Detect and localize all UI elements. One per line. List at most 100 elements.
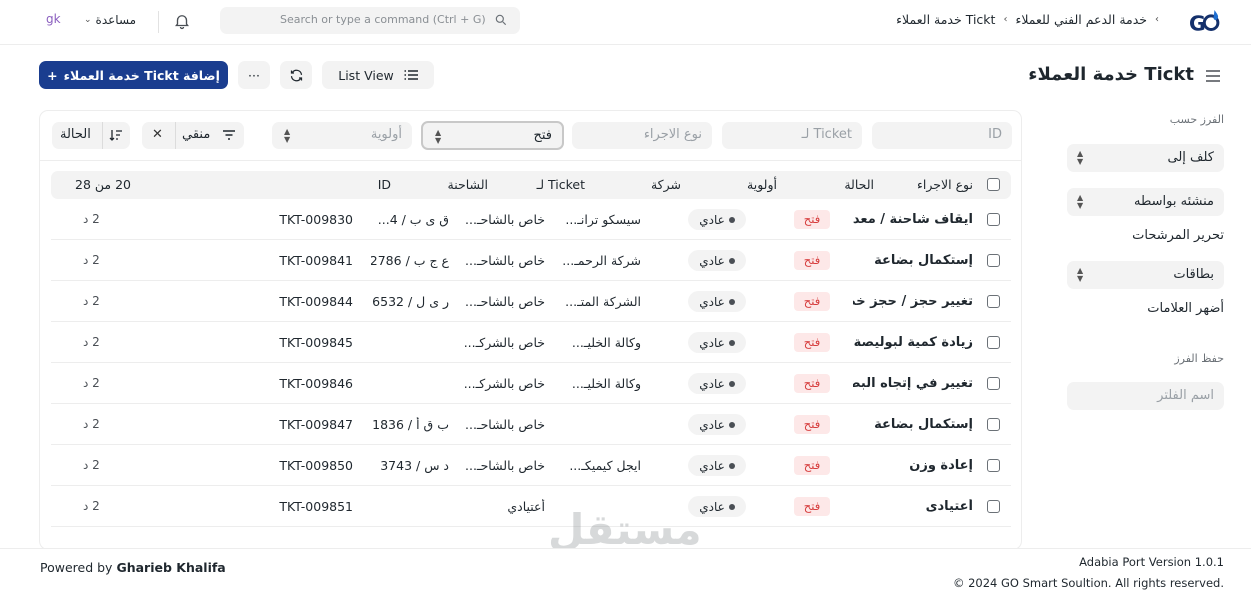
- breadcrumb: › خدمة الدعم الفني للعملاء › Tickt خدمة …: [896, 12, 1159, 27]
- add-ticket-label: إضافة Tickt خدمة العملاء: [63, 67, 220, 83]
- priority-filter[interactable]: أولوية ▲ ▼: [272, 122, 412, 149]
- row-subject[interactable]: إستكمال بضاعة: [853, 253, 973, 268]
- table-row[interactable]: إستكمال بضاعة فتح عادي شركة الرحمـ... خاص با…: [51, 240, 1011, 281]
- table-row[interactable]: إستكمال بضاعة فتح عادي خاص بالشاحـ... ب ق أ …: [51, 404, 1011, 445]
- sort-order-icon[interactable]: [109, 128, 123, 142]
- add-ticket-button[interactable]: إضافة Tickt خدمة العملاء +: [39, 61, 228, 89]
- status-filter[interactable]: فتح ▲ ▼: [421, 121, 564, 150]
- tags-label: بطاقات: [1173, 267, 1214, 282]
- search-bar[interactable]: Search or type a command (Ctrl + G): [220, 7, 520, 34]
- priority-dot-icon: [728, 216, 735, 223]
- header-company[interactable]: شركة: [651, 177, 681, 192]
- row-checkbox[interactable]: [987, 459, 1000, 472]
- row-subject[interactable]: تغيير حجز / حجز خطأ: [853, 294, 973, 309]
- page-title: Tickt خدمة العملاء: [1028, 64, 1194, 85]
- table-row[interactable]: إعادة وزن فتح عادي ايجل كيميكـ... خاص بالشاح…: [51, 445, 1011, 486]
- table-row[interactable]: أعتيادى فتح عادي أعتيادي TKT-009851 2 د: [51, 486, 1011, 527]
- filter-label[interactable]: منقي: [182, 127, 210, 142]
- select-all-checkbox[interactable]: [987, 178, 1000, 191]
- navbar: gk ⌄ مساعدة Search or type a command (Ct…: [0, 0, 1251, 45]
- assigned-to-select[interactable]: كلف إلى ▲ ▼: [1067, 144, 1224, 172]
- row-truck: ق ى ب / 4...: [377, 212, 449, 227]
- search-icon: [495, 14, 507, 26]
- row-checkbox[interactable]: [987, 500, 1000, 513]
- status-badge: فتح: [794, 292, 830, 311]
- priority-pill: عادي: [688, 373, 746, 394]
- priority-value: عادي: [699, 417, 725, 432]
- priority-value: عادي: [699, 212, 725, 227]
- status-badge: فتح: [794, 497, 830, 516]
- footer: Powered by Gharieb Khalifa Adabia Port V…: [0, 548, 1251, 590]
- created-by-select[interactable]: منشئه بواسطه ▲ ▼: [1067, 188, 1224, 216]
- priority-pill: عادي: [688, 291, 746, 312]
- status-badge: فتح: [794, 251, 830, 270]
- clear-filter-icon[interactable]: ✕: [152, 127, 163, 142]
- sidebar-toggle-icon[interactable]: [1205, 69, 1221, 83]
- go-logo[interactable]: G: [1189, 6, 1223, 36]
- header-truck[interactable]: الشاحنة: [448, 177, 488, 192]
- priority-pill: عادي: [688, 496, 746, 517]
- header-priority[interactable]: أولوية: [747, 177, 777, 192]
- table-row[interactable]: تغيير حجز / حجز خطأ فتح عادي الشركة المتـ..…: [51, 281, 1011, 322]
- group-by-label: الفرز حسب: [1169, 113, 1224, 126]
- row-truck: ب ق أ / 1836: [372, 417, 449, 432]
- filter-button-group: ✕ منقي: [142, 122, 244, 149]
- help-dropdown[interactable]: ⌄ مساعدة: [84, 13, 136, 27]
- breadcrumb-doctype[interactable]: Tickt خدمة العملاء: [896, 12, 995, 27]
- updown-icon: ▲ ▼: [1077, 149, 1084, 166]
- divider: [158, 11, 159, 33]
- priority-value: عادي: [699, 458, 725, 473]
- filter-name-input[interactable]: اسم الفلتر: [1067, 382, 1224, 410]
- more-actions-button[interactable]: ···: [238, 61, 270, 89]
- id-filter-placeholder: ID: [988, 127, 1002, 142]
- id-filter[interactable]: ID: [872, 122, 1012, 149]
- header-status[interactable]: الحالة: [844, 177, 874, 192]
- row-age: 2 د: [83, 458, 100, 472]
- row-company: وكالة الخليـ...: [571, 376, 641, 391]
- row-checkbox[interactable]: [987, 418, 1000, 431]
- row-truck: ع ج ب / 2786: [371, 253, 449, 268]
- powered-prefix: Powered by: [40, 560, 113, 575]
- table-row[interactable]: ايقاف شاحنة / معدة فتح عادي سيسكو ترانـ... خ…: [51, 199, 1011, 240]
- ticket-for-filter[interactable]: Ticket لـ: [722, 122, 862, 149]
- table-row[interactable]: زيادة كمية لبوليصة ف فتح عادي وكالة الخليـ.…: [51, 322, 1011, 363]
- action-type-filter[interactable]: نوع الاجراء: [572, 122, 712, 149]
- table-row[interactable]: تغيير في إتجاه البضائع فتح عادي وكالة الخلي…: [51, 363, 1011, 404]
- row-checkbox[interactable]: [987, 213, 1000, 226]
- bell-icon[interactable]: [173, 12, 191, 30]
- row-ticket-for: خاص بالشركـ...: [463, 376, 545, 391]
- status-badge: فتح: [794, 456, 830, 475]
- header-subject[interactable]: نوع الاجراء: [917, 177, 973, 192]
- row-subject[interactable]: زيادة كمية لبوليصة ف: [853, 335, 973, 350]
- row-checkbox[interactable]: [987, 254, 1000, 267]
- row-ticket-for: خاص بالشاحـ...: [465, 417, 545, 432]
- row-subject[interactable]: إستكمال بضاعة: [853, 417, 973, 432]
- row-company: سيسكو ترانـ...: [565, 212, 641, 227]
- powered-name: Gharieb Khalifa: [116, 560, 226, 575]
- row-ticket-for: خاص بالشركـ...: [463, 335, 545, 350]
- priority-dot-icon: [728, 421, 735, 428]
- status-badge: فتح: [794, 210, 830, 229]
- row-checkbox[interactable]: [987, 336, 1000, 349]
- status-filter-value: فتح: [533, 128, 552, 143]
- row-id: TKT-009847: [279, 417, 353, 432]
- user-avatar[interactable]: gk: [46, 12, 61, 26]
- row-checkbox[interactable]: [987, 377, 1000, 390]
- row-subject[interactable]: أعتيادى: [853, 499, 973, 514]
- view-switcher-button[interactable]: List View: [322, 61, 434, 89]
- show-tags-link[interactable]: أضهر العلامات: [1147, 301, 1224, 316]
- breadcrumb-module[interactable]: خدمة الدعم الفني للعملاء: [1015, 12, 1147, 27]
- sort-label[interactable]: الحالة: [60, 127, 91, 142]
- header-ticket-for[interactable]: Ticket لـ: [537, 177, 585, 192]
- row-checkbox[interactable]: [987, 295, 1000, 308]
- edit-filters-link[interactable]: تحرير المرشحات: [1132, 228, 1224, 243]
- header-id[interactable]: ID: [378, 177, 391, 192]
- row-subject[interactable]: إعادة وزن: [853, 458, 973, 473]
- row-subject[interactable]: ايقاف شاحنة / معدة: [853, 212, 973, 227]
- row-id: TKT-009851: [279, 499, 353, 514]
- refresh-button[interactable]: [280, 61, 312, 89]
- priority-value: عادي: [699, 335, 725, 350]
- row-subject[interactable]: تغيير في إتجاه البضائع: [853, 376, 973, 391]
- tags-select[interactable]: بطاقات ▲ ▼: [1067, 261, 1224, 289]
- updown-icon: ▲ ▼: [435, 128, 442, 145]
